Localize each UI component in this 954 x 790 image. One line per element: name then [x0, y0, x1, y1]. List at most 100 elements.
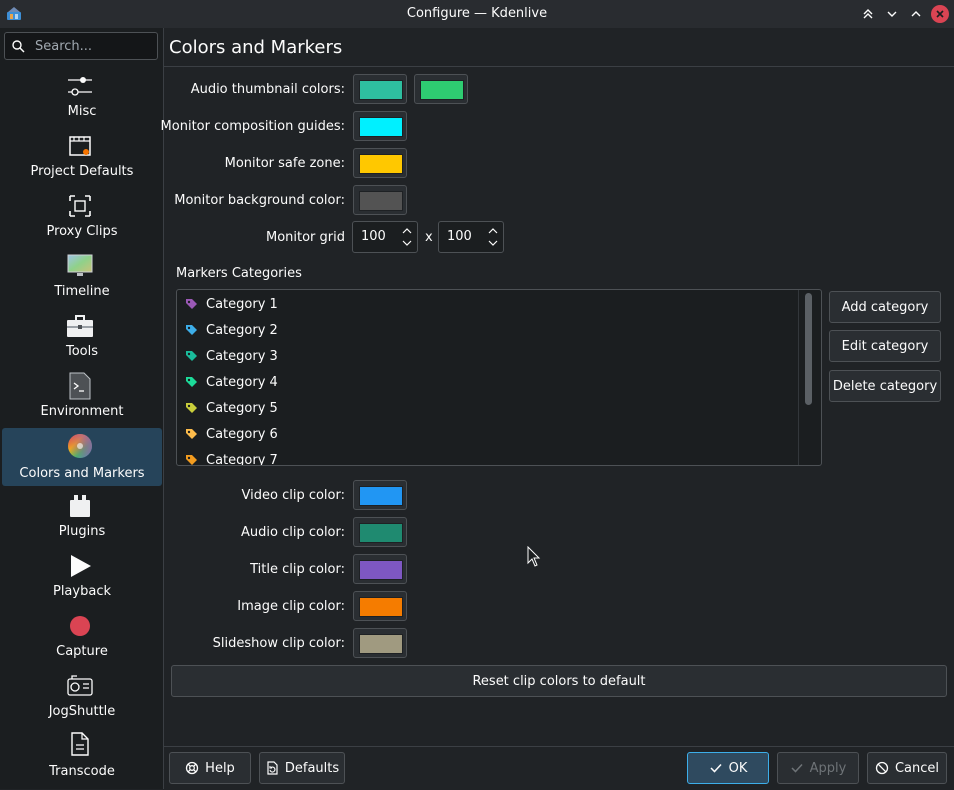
slideshow-clip-color-label: Slideshow clip color:: [212, 636, 345, 651]
sidebar-item-label: Proxy Clips: [46, 224, 118, 239]
list-scrollbar[interactable]: [798, 290, 821, 465]
sidebar-item-environment[interactable]: Environment: [2, 372, 162, 430]
window-title: Configure — Kdenlive: [406, 6, 548, 21]
sidebar-item-tools[interactable]: Tools: [2, 312, 162, 370]
tag-icon: [186, 325, 197, 335]
list-item[interactable]: Category 3: [177, 344, 797, 370]
edit-category-button[interactable]: Edit category: [829, 330, 941, 362]
button-label: OK: [728, 760, 748, 776]
toolbox-icon: [66, 312, 94, 340]
grid-x-spinbox[interactable]: 100: [352, 221, 418, 253]
category-name: Category 6: [206, 427, 278, 442]
list-item[interactable]: Category 4: [177, 370, 797, 396]
sidebar-item-label: Playback: [52, 584, 111, 599]
minimize-button[interactable]: [883, 5, 901, 23]
safe-zone-color-button[interactable]: [353, 148, 407, 178]
image-clip-color-button[interactable]: [353, 591, 407, 621]
tag-icon: [186, 455, 197, 465]
sidebar-item-label: Capture: [56, 644, 108, 659]
spin-down-icon[interactable]: [401, 237, 413, 249]
list-item[interactable]: Category 7: [177, 448, 797, 466]
record-icon: [66, 612, 94, 640]
list-item[interactable]: Category 6: [177, 422, 797, 448]
sidebar-item-playback[interactable]: Playback: [2, 552, 162, 610]
marker-categories-list[interactable]: Category 1 Category 2 Category 3 Categor…: [176, 289, 822, 466]
search-input[interactable]: [35, 37, 153, 55]
delete-category-button[interactable]: Delete category: [829, 370, 941, 402]
maximize-button[interactable]: [907, 5, 925, 23]
color-swatch: [359, 597, 403, 617]
button-label: Apply: [809, 760, 847, 776]
color-swatch: [359, 560, 403, 580]
color-swatch: [359, 634, 403, 654]
slideshow-clip-color-button[interactable]: [353, 628, 407, 658]
audio-clip-color-button[interactable]: [353, 517, 407, 547]
defaults-button[interactable]: Defaults: [259, 752, 345, 784]
button-label: Delete category: [832, 378, 938, 394]
sidebar-item-timeline[interactable]: Timeline: [2, 252, 162, 310]
sidebar-item-colors-and-markers[interactable]: Colors and Markers: [2, 428, 162, 486]
sidebar-item-label: Misc: [67, 104, 97, 119]
category-name: Category 3: [206, 349, 278, 364]
sidebar-item-capture[interactable]: Capture: [2, 612, 162, 670]
help-button[interactable]: Help: [169, 752, 251, 784]
tag-icon: [186, 299, 197, 309]
reset-clip-colors-button[interactable]: Reset clip colors to default: [171, 665, 947, 697]
mouse-cursor-icon: [527, 546, 541, 567]
ok-button[interactable]: OK: [687, 752, 769, 784]
sidebar-item-misc[interactable]: Misc: [2, 72, 162, 130]
list-item[interactable]: Category 5: [177, 396, 797, 422]
list-item[interactable]: Category 2: [177, 318, 797, 344]
keep-above-button[interactable]: [859, 5, 877, 23]
sidebar-item-label: Colors and Markers: [19, 466, 145, 481]
color-swatch: [420, 80, 464, 100]
sidebar-item-label: Transcode: [49, 764, 115, 779]
grid-y-spinbox[interactable]: 100: [438, 221, 504, 253]
close-icon: [936, 10, 944, 18]
audio-thumbnail-color-2-button[interactable]: [414, 74, 468, 104]
background-color-button[interactable]: [353, 185, 407, 215]
sidebar-item-label: JogShuttle: [48, 704, 116, 719]
list-item[interactable]: Category 1: [177, 292, 797, 318]
checkmark-icon: [710, 763, 722, 773]
terminal-file-icon: [66, 372, 94, 400]
sidebar-item-proxy-clips[interactable]: Proxy Clips: [2, 192, 162, 250]
sidebar-item-label: Timeline: [54, 284, 110, 299]
sidebar-item-plugins[interactable]: Plugins: [2, 492, 162, 550]
cancel-button[interactable]: Cancel: [867, 752, 947, 784]
title-clip-color-button[interactable]: [353, 554, 407, 584]
tag-icon: [186, 377, 197, 387]
audio-thumbnail-colors-label: Audio thumbnail colors:: [190, 82, 345, 97]
color-swatch: [359, 80, 403, 100]
spin-up-icon[interactable]: [401, 225, 413, 237]
category-name: Category 5: [206, 401, 278, 416]
color-swatch: [359, 191, 403, 211]
jogshuttle-icon: [66, 672, 94, 700]
markers-categories-heading: Markers Categories: [176, 266, 302, 281]
apply-button[interactable]: Apply: [777, 752, 859, 784]
grid-y-value: 100: [447, 229, 472, 244]
spin-down-icon[interactable]: [487, 237, 499, 249]
transcode-file-icon: [66, 732, 94, 760]
title-clip-color-label: Title clip color:: [250, 562, 345, 577]
sidebar-item-jogshuttle[interactable]: JogShuttle: [2, 672, 162, 730]
audio-clip-color-label: Audio clip color:: [241, 525, 345, 540]
scrollbar-thumb[interactable]: [805, 293, 812, 405]
monitor-grid-label: Monitor grid: [265, 230, 345, 245]
proxy-frame-icon: [66, 192, 94, 220]
add-category-button[interactable]: Add category: [829, 291, 941, 323]
audio-thumbnail-color-1-button[interactable]: [353, 74, 407, 104]
close-button[interactable]: [931, 5, 949, 23]
sidebar: Misc Project Defaults Proxy Clips Timeli…: [0, 28, 163, 789]
search-field[interactable]: [4, 32, 158, 60]
sidebar-item-transcode[interactable]: Transcode: [2, 732, 162, 790]
tag-icon: [186, 351, 197, 361]
category-name: Category 7: [206, 453, 278, 466]
video-clip-color-button[interactable]: [353, 480, 407, 510]
button-label: Edit category: [841, 338, 929, 354]
monitor-gradient-icon: [66, 252, 94, 280]
spin-up-icon[interactable]: [487, 225, 499, 237]
plugin-icon: [66, 492, 94, 520]
composition-guides-color-button[interactable]: [353, 111, 407, 141]
sidebar-item-project-defaults[interactable]: Project Defaults: [2, 132, 162, 190]
